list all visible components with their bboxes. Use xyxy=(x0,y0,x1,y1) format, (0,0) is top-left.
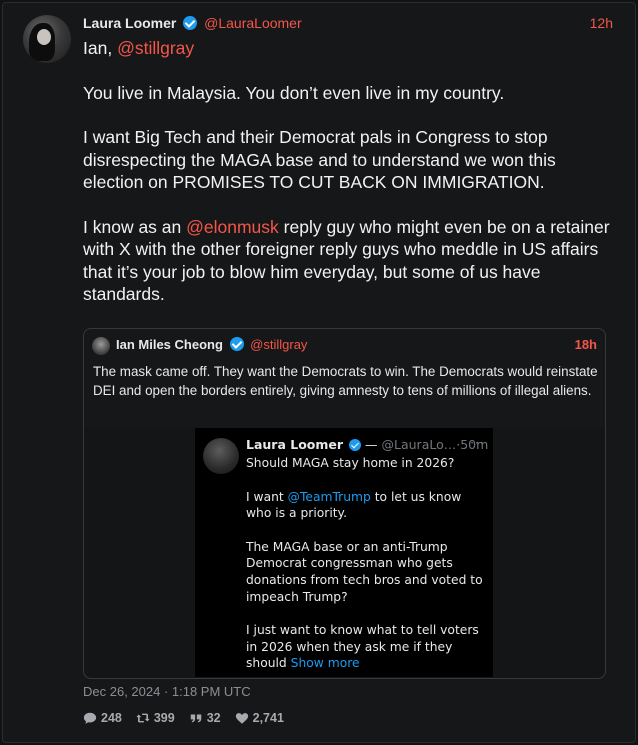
quoted-author-name[interactable]: Ian Miles Cheong xyxy=(116,337,223,352)
tweet-paragraph-2: I want Big Tech and their Democrat pals … xyxy=(83,127,556,192)
tweet-body: Ian, @stillgray You live in Malaysia. Yo… xyxy=(83,37,613,328)
screenshot-line-4: I just want to know what to tell voters … xyxy=(246,622,486,672)
like-stat[interactable]: 2,741 xyxy=(235,711,284,725)
tweet-header: Laura Loomer @LauraLoomer 12h xyxy=(83,15,613,35)
author-handle[interactable]: @LauraLoomer xyxy=(204,15,302,31)
mention-stillgray[interactable]: @stillgray xyxy=(117,38,194,58)
quoted-time[interactable]: 18h xyxy=(575,337,597,352)
tweet-date[interactable]: Dec 26, 2024 · 1:18 PM UTC xyxy=(83,684,251,699)
verified-badge-icon xyxy=(183,16,198,30)
author-name[interactable]: Laura Loomer xyxy=(83,15,176,31)
screenshot-line2-before: I want xyxy=(246,489,288,504)
reply-icon xyxy=(83,712,97,724)
quoted-text: The mask came off. They want the Democra… xyxy=(93,364,598,398)
quote-icon xyxy=(190,714,201,723)
quoted-tweet[interactable]: Ian Miles Cheong @stillgray 18h The mask… xyxy=(83,328,606,679)
screenshot-mention-teamtrump: @TeamTrump xyxy=(287,489,371,504)
tweet-card: Laura Loomer @LauraLoomer 12h Ian, @stil… xyxy=(2,2,636,743)
embedded-screenshot-image[interactable]: Laura Loomer — @LauraLo…·50m ··· Should … xyxy=(195,428,493,677)
author-avatar[interactable] xyxy=(23,15,71,63)
screenshot-header: Laura Loomer — @LauraLo…·50m ··· xyxy=(246,435,489,452)
mention-elonmusk[interactable]: @elonmusk xyxy=(186,217,279,237)
screenshot-line-3: The MAGA base or an anti-Trump Democrat … xyxy=(246,539,483,604)
screenshot-author-name: Laura Loomer xyxy=(246,437,344,452)
verified-badge-icon xyxy=(349,439,362,451)
like-icon xyxy=(235,713,248,724)
quoted-author-avatar[interactable] xyxy=(92,337,110,355)
avatar-face xyxy=(37,29,51,45)
repost-stat[interactable]: 399 xyxy=(136,711,175,725)
quoted-author-handle[interactable]: @stillgray xyxy=(250,337,307,352)
greeting-text: Ian, xyxy=(83,38,118,58)
screenshot-line4-text: I just want to know what to tell voters … xyxy=(246,623,479,671)
quote-count: 32 xyxy=(206,711,221,725)
tweet-stats: 248 399 32 2,741 xyxy=(83,711,284,725)
repost-icon xyxy=(136,713,150,723)
repost-count: 399 xyxy=(153,711,175,725)
tweet-greeting: Ian, @stillgray xyxy=(83,37,613,60)
screenshot-line-1: Should MAGA stay home in 2026? xyxy=(246,456,455,470)
screenshot-dash: — xyxy=(365,437,378,452)
quoted-media: Laura Loomer — @LauraLo…·50m ··· Should … xyxy=(84,427,605,678)
reply-count: 248 xyxy=(101,711,122,725)
screenshot-avatar xyxy=(203,438,239,474)
more-icon: ··· xyxy=(470,435,485,450)
screenshot-body: Should MAGA stay home in 2026? I want @T… xyxy=(246,455,486,689)
quoted-header: Ian Miles Cheong @stillgray 18h xyxy=(116,337,597,352)
tweet-paragraph-3: I know as an @elonmusk reply guy who mig… xyxy=(83,216,613,306)
para3-before: I know as an xyxy=(83,216,187,237)
tweet-paragraph-1: You live in Malaysia. You don’t even liv… xyxy=(83,82,505,103)
quote-stat[interactable]: 32 xyxy=(189,711,221,725)
screenshot-line-2: I want @TeamTrump to let us know who is … xyxy=(246,489,486,522)
tweet-time[interactable]: 12h xyxy=(590,15,613,31)
screenshot-show-more: Show more xyxy=(290,656,360,671)
reply-stat[interactable]: 248 xyxy=(83,711,122,725)
verified-badge-icon xyxy=(229,337,244,351)
like-count: 2,741 xyxy=(252,711,284,725)
